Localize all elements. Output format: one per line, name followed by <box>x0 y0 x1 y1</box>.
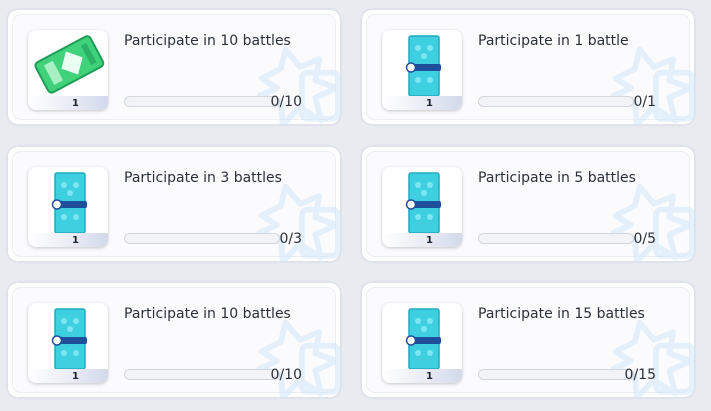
progress-bar <box>478 369 634 380</box>
watermark-icon <box>610 183 696 263</box>
reward-item[interactable]: 1 <box>28 303 108 383</box>
watermark-icon <box>256 183 342 263</box>
card-pack-icon <box>405 308 441 370</box>
quest-grid: 1 Participate in 10 battles 0/10 1 Parti… <box>0 0 711 411</box>
quantity-bar <box>382 233 462 247</box>
quest-title: Participate in 10 battles <box>124 33 291 49</box>
quest-card[interactable]: 1 Participate in 15 battles 0/15 <box>360 281 696 399</box>
quantity-label: 1 <box>426 98 433 109</box>
progress-count: 0/15 <box>624 367 656 383</box>
progress-bar <box>478 96 634 107</box>
progress-count: 0/10 <box>270 94 302 110</box>
quantity-label: 1 <box>426 235 433 246</box>
quest-title: Participate in 1 battle <box>478 33 629 49</box>
quest-card[interactable]: 1 Participate in 10 battles 0/10 <box>6 281 342 399</box>
progress-count: 0/5 <box>633 231 656 247</box>
reward-item[interactable]: 1 <box>382 303 462 383</box>
card-pack-icon <box>405 35 441 97</box>
progress-bar <box>124 369 280 380</box>
reward-item[interactable]: 1 <box>382 30 462 110</box>
quest-card[interactable]: 1 Participate in 1 battle 0/1 <box>360 8 696 126</box>
quantity-bar <box>28 233 108 247</box>
quantity-bar <box>28 96 108 110</box>
quest-card[interactable]: 1 Participate in 5 battles 0/5 <box>360 145 696 263</box>
card-pack-icon <box>51 172 87 234</box>
quantity-bar <box>382 369 462 383</box>
quest-card[interactable]: 1 Participate in 3 battles 0/3 <box>6 145 342 263</box>
green-ticket-icon <box>34 35 105 94</box>
reward-item[interactable]: 1 <box>28 167 108 247</box>
quest-title: Participate in 3 battles <box>124 170 282 186</box>
watermark-icon <box>610 319 696 399</box>
quantity-label: 1 <box>72 98 79 109</box>
card-pack-icon <box>51 308 87 370</box>
progress-bar <box>124 96 280 107</box>
progress-count: 0/1 <box>633 94 656 110</box>
quantity-label: 1 <box>426 371 433 382</box>
quantity-label: 1 <box>72 371 79 382</box>
reward-item[interactable]: 1 <box>382 167 462 247</box>
quest-title: Participate in 10 battles <box>124 306 291 322</box>
quantity-label: 1 <box>72 235 79 246</box>
reward-item[interactable]: 1 <box>28 30 108 110</box>
progress-bar <box>124 233 280 244</box>
quest-title: Participate in 15 battles <box>478 306 645 322</box>
watermark-icon <box>256 319 342 399</box>
card-pack-icon <box>405 172 441 234</box>
progress-count: 0/3 <box>279 231 302 247</box>
watermark-icon <box>610 46 696 126</box>
quest-card[interactable]: 1 Participate in 10 battles 0/10 <box>6 8 342 126</box>
quantity-bar <box>382 96 462 110</box>
quest-title: Participate in 5 battles <box>478 170 636 186</box>
watermark-icon <box>256 46 342 126</box>
progress-bar <box>478 233 634 244</box>
quantity-bar <box>28 369 108 383</box>
progress-count: 0/10 <box>270 367 302 383</box>
